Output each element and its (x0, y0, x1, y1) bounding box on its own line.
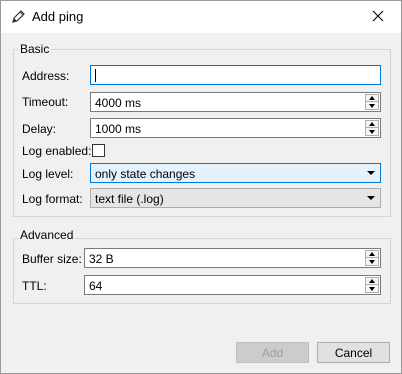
log-level-label: Log level: (22, 167, 74, 181)
log-enabled-checkbox[interactable] (92, 144, 105, 157)
close-icon (372, 10, 384, 25)
log-level-value: only state changes (95, 167, 196, 181)
delay-decrement-button[interactable] (366, 128, 378, 135)
delay-label: Delay: (22, 122, 57, 136)
timeout-spin-buttons (365, 94, 379, 110)
delay-spin-buttons (365, 120, 379, 136)
cancel-button[interactable]: Cancel (317, 342, 390, 363)
delay-increment-button[interactable] (366, 121, 378, 128)
timeout-decrement-button[interactable] (366, 102, 378, 109)
down-arrow-icon (369, 103, 375, 108)
log-format-label: Log format: (22, 192, 83, 206)
buffer-size-decrement-button[interactable] (366, 258, 378, 265)
close-button[interactable] (355, 1, 401, 33)
timeout-value: 4000 ms (95, 96, 142, 110)
add-ping-dialog: Add ping Basic Address: Timeout: 4000 ms… (0, 0, 402, 374)
add-button[interactable]: Add (236, 342, 309, 363)
text-caret (95, 69, 96, 82)
log-format-select[interactable]: text file (.log) (90, 188, 381, 208)
log-level-select[interactable]: only state changes (90, 163, 381, 183)
basic-group-title: Basic (18, 42, 52, 56)
log-format-value: text file (.log) (95, 192, 164, 206)
chevron-down-icon (367, 171, 375, 175)
timeout-increment-button[interactable] (366, 95, 378, 102)
buffer-size-label: Buffer size: (22, 252, 82, 266)
ttl-spin-buttons (365, 277, 379, 293)
address-label: Address: (22, 69, 70, 83)
ttl-decrement-button[interactable] (366, 285, 378, 292)
delay-spinbox[interactable]: 1000 ms (90, 118, 381, 138)
ttl-label: TTL: (22, 279, 47, 293)
down-arrow-icon (369, 129, 375, 134)
chevron-down-icon (367, 196, 375, 200)
pencil-icon (10, 8, 27, 25)
up-arrow-icon (369, 122, 375, 126)
title-bar: Add ping (1, 1, 401, 33)
timeout-spinbox[interactable]: 4000 ms (90, 92, 381, 112)
buffer-size-spin-buttons (365, 250, 379, 266)
up-arrow-icon (369, 96, 375, 100)
window-title: Add ping (32, 9, 84, 24)
buffer-size-spinbox[interactable]: 32 B (84, 248, 381, 268)
timeout-label: Timeout: (22, 95, 69, 109)
up-arrow-icon (369, 279, 375, 283)
buffer-size-increment-button[interactable] (366, 251, 378, 258)
down-arrow-icon (369, 286, 375, 291)
delay-value: 1000 ms (95, 122, 142, 136)
buffer-size-value: 32 B (89, 252, 114, 266)
down-arrow-icon (369, 259, 375, 264)
log-enabled-label: Log enabled: (22, 144, 92, 158)
up-arrow-icon (369, 252, 375, 256)
ttl-spinbox[interactable]: 64 (84, 275, 381, 295)
ttl-increment-button[interactable] (366, 278, 378, 285)
advanced-group-title: Advanced (18, 228, 76, 242)
ttl-value: 64 (89, 279, 103, 293)
address-input[interactable] (90, 65, 381, 85)
